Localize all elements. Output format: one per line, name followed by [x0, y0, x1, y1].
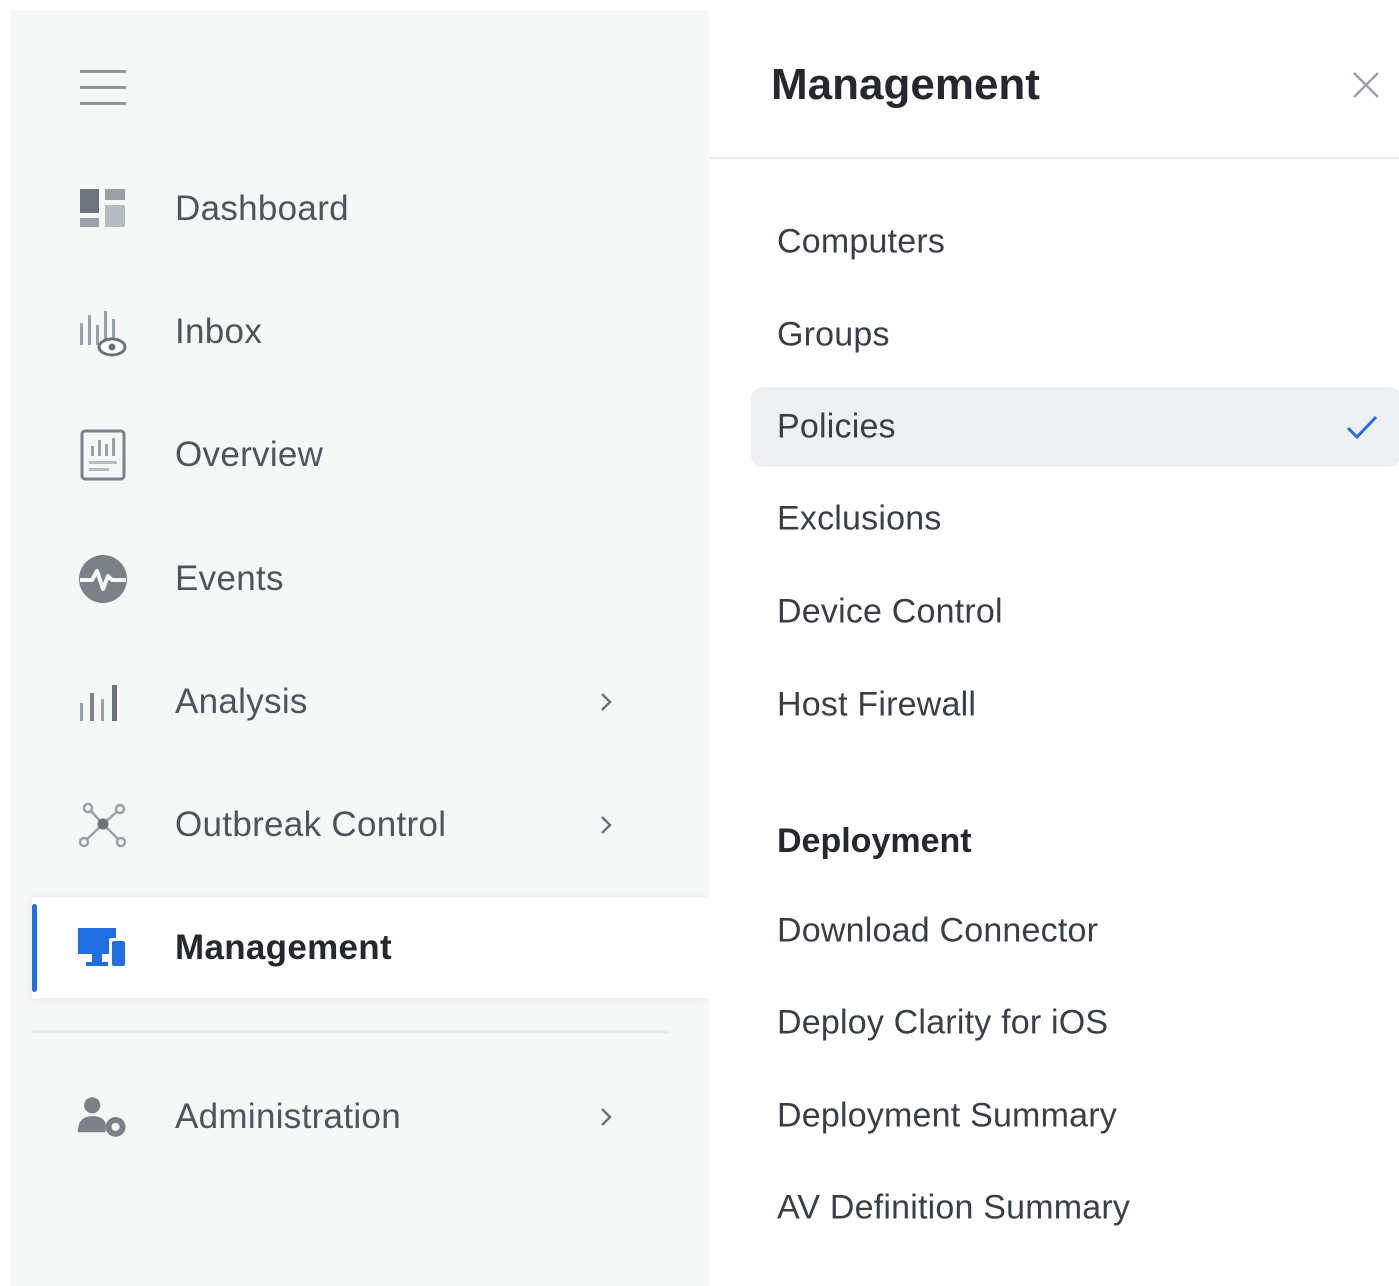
submenu-item-computers[interactable]: Computers [751, 202, 1399, 282]
submenu-item-label: AV Definition Summary [777, 1188, 1131, 1227]
submenu-item-label: Deploy Clarity for iOS [777, 1003, 1109, 1042]
analysis-icon [76, 675, 130, 729]
checkmark-icon [1343, 408, 1381, 446]
dashboard-icon [76, 182, 130, 236]
sidebar-item-overview[interactable]: Overview [10, 403, 709, 507]
sidebar-item-outbreak-control[interactable]: Outbreak Control [10, 773, 709, 877]
sidebar-item-administration[interactable]: Administration [10, 1065, 709, 1169]
submenu-item-host-firewall[interactable]: Host Firewall [751, 665, 1399, 745]
overview-icon [76, 428, 130, 482]
submenu-item-label: Device Control [777, 592, 1003, 631]
sidebar-item-events[interactable]: Events [10, 527, 709, 631]
submenu-item-exclusions[interactable]: Exclusions [751, 479, 1399, 559]
submenu-item-deployment-summary[interactable]: Deployment Summary [751, 1076, 1399, 1156]
submenu-item-deploy-clarity-ios[interactable]: Deploy Clarity for iOS [751, 983, 1399, 1063]
sidebar-item-label: Outbreak Control [175, 805, 447, 844]
submenu-item-groups[interactable]: Groups [751, 295, 1399, 375]
close-button[interactable] [1349, 68, 1383, 102]
sidebar-item-inbox[interactable]: Inbox [10, 280, 709, 384]
sidebar-item-label: Administration [175, 1097, 401, 1136]
panel-header-divider [709, 157, 1399, 159]
administration-icon [76, 1090, 130, 1144]
events-icon [76, 552, 130, 606]
inbox-icon [76, 305, 130, 359]
sidebar-item-label: Overview [175, 435, 324, 474]
sidebar-divider [32, 1030, 668, 1033]
submenu-item-label: Download Connector [777, 911, 1099, 950]
chevron-right-icon [594, 1105, 618, 1129]
chevron-right-icon [594, 813, 618, 837]
submenu-item-device-control[interactable]: Device Control [751, 572, 1399, 652]
outbreak-control-icon [76, 798, 130, 852]
submenu-item-policies[interactable]: Policies [751, 387, 1399, 467]
submenu-item-label: Policies [777, 407, 896, 446]
submenu-item-label: Exclusions [777, 499, 942, 538]
active-indicator [32, 904, 37, 992]
panel-title: Management [771, 60, 1040, 109]
management-flyout-panel: Management Computers Groups Policies Exc… [709, 10, 1399, 1286]
submenu-item-label: Deployment Summary [777, 1096, 1117, 1135]
submenu-item-av-definition-summary[interactable]: AV Definition Summary [751, 1168, 1399, 1248]
sidebar-item-label: Dashboard [175, 189, 349, 228]
chevron-right-icon [594, 690, 618, 714]
submenu-item-label: Groups [777, 315, 890, 354]
sidebar-item-management[interactable]: Management [32, 898, 709, 998]
hamburger-menu-icon [80, 70, 126, 105]
sidebar-item-label: Management [175, 928, 392, 967]
submenu-item-label: Computers [777, 222, 946, 261]
sidebar-item-dashboard[interactable]: Dashboard [10, 157, 709, 261]
submenu-item-label: Host Firewall [777, 685, 977, 724]
submenu-item-download-connector[interactable]: Download Connector [751, 891, 1399, 971]
hamburger-menu-button[interactable] [80, 65, 126, 111]
section-heading-deployment: Deployment [777, 822, 972, 860]
sidebar-item-label: Inbox [175, 312, 263, 351]
sidebar-item-analysis[interactable]: Analysis [10, 650, 709, 754]
sidebar-item-label: Events [175, 559, 284, 598]
close-icon [1353, 72, 1379, 98]
management-icon [76, 921, 130, 975]
sidebar-nav: Dashboard Inbox Overview Events Analysis… [10, 10, 709, 1286]
sidebar-item-label: Analysis [175, 682, 308, 721]
